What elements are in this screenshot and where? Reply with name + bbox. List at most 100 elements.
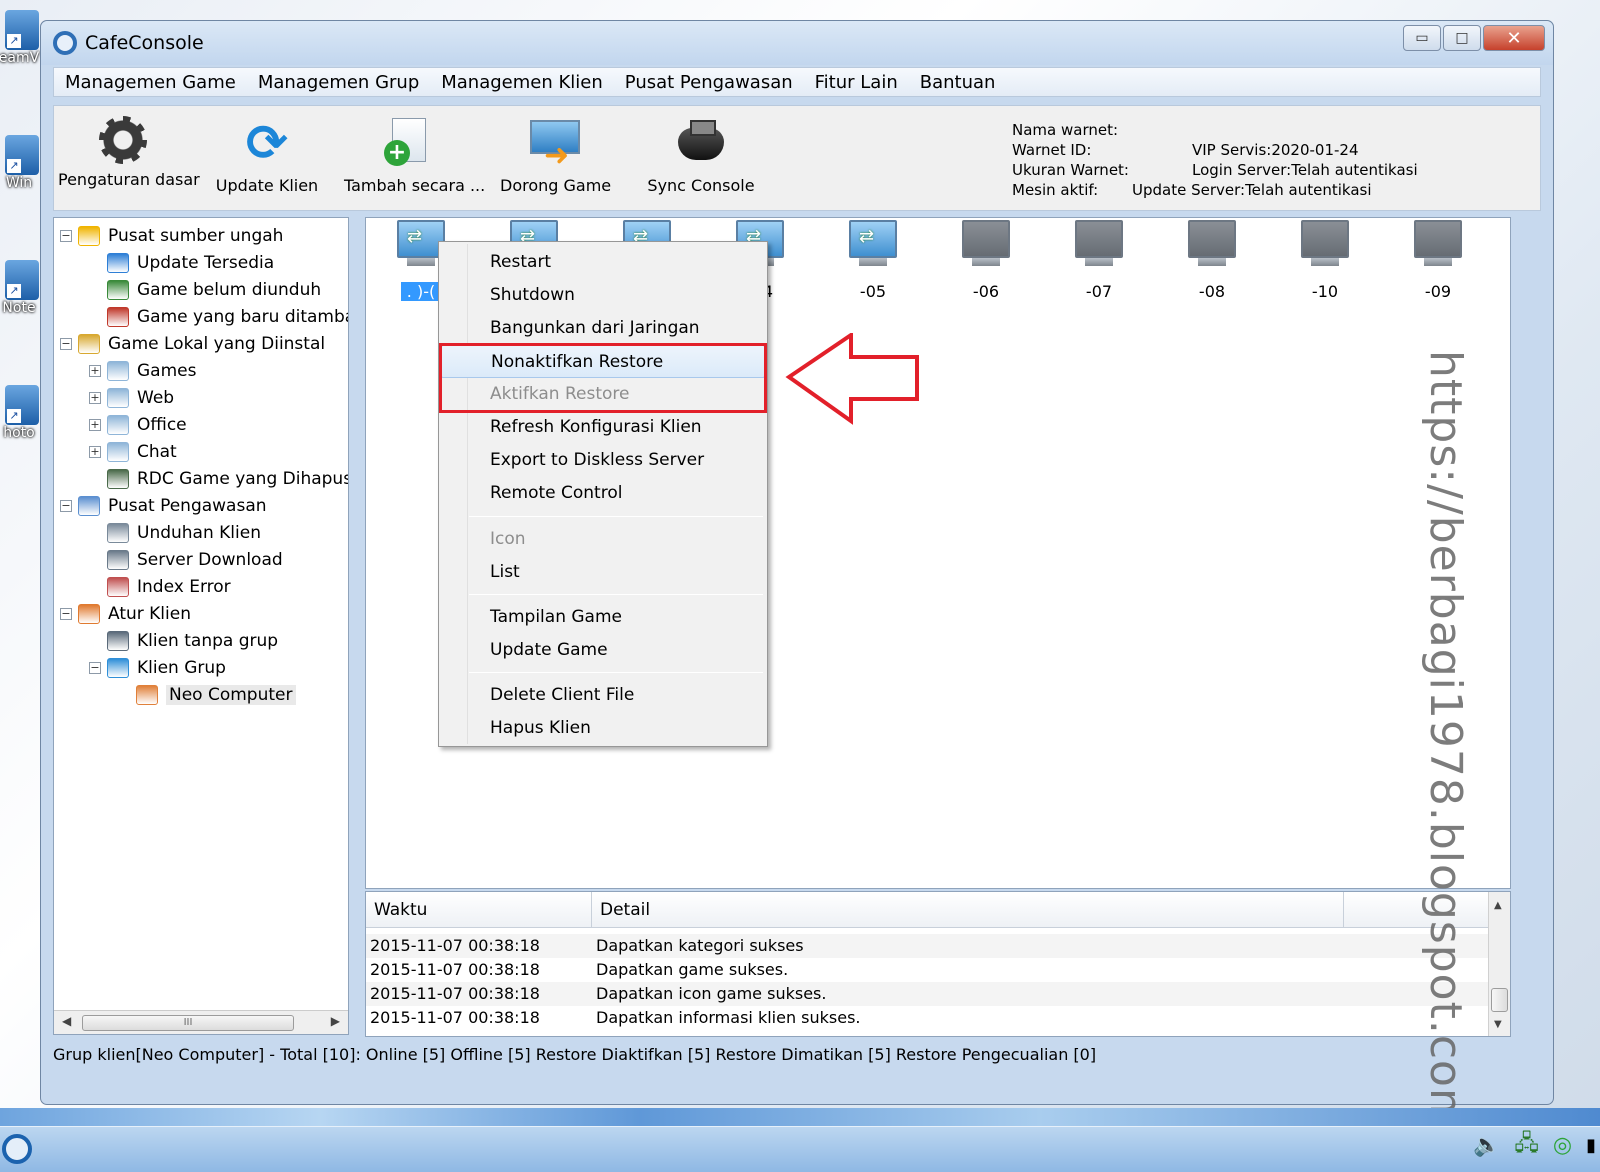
collapse-icon[interactable]: − [89,662,101,674]
expand-icon[interactable]: + [89,365,101,377]
tree-node[interactable]: Game belum diunduh [89,277,321,303]
menu-item-bangunkan-dari-jaringan[interactable]: Bangunkan dari Jaringan [439,312,767,345]
collapse-icon[interactable]: − [60,230,72,242]
minimize-button[interactable]: ▭ [1403,25,1441,51]
tree-node[interactable]: Game yang baru ditambal [89,304,348,330]
tree-node[interactable]: Update Tersedia [89,250,274,276]
expand-icon[interactable]: + [89,446,101,458]
tree-node[interactable]: + Web [89,385,174,411]
menu-pusat-pengawasan[interactable]: Pusat Pengawasan [614,72,804,93]
volume-icon[interactable]: 🔈 [1473,1133,1500,1158]
collapse-icon[interactable]: − [60,608,72,620]
menu-item-tampilan-game[interactable]: Tampilan Game [439,601,767,634]
menu-item-shutdown[interactable]: Shutdown [439,279,767,312]
update-server-info: Update Server:Telah autentikasi [1132,181,1372,199]
tree-node[interactable]: Index Error [89,574,231,600]
client-machine[interactable]: -06 [931,220,1041,301]
log-vertical-scrollbar[interactable]: ▲ ▼ [1488,892,1510,1036]
tree-node[interactable]: + Games [89,358,196,384]
menu-managemen-klien[interactable]: Managemen Klien [430,72,614,93]
toolbar-button-label: Pengaturan dasar [58,170,200,189]
collapse-icon[interactable]: − [60,338,72,350]
scroll-down-icon[interactable]: ▼ [1494,1019,1502,1030]
shortcut-icon [5,10,39,50]
title-bar[interactable]: CafeConsole ▭ □ ✕ [41,21,1553,65]
tree-node-label: Game belum diunduh [137,280,322,300]
close-button[interactable]: ✕ [1483,25,1545,51]
menu-item-restart[interactable]: Restart [439,246,767,279]
table-row[interactable]: 2015-11-07 00:38:18 Dapatkan informasi kl… [366,1006,1488,1030]
desktop-shortcut-win[interactable]: Win [0,135,44,191]
tree-node-icon [107,631,129,651]
menu-item-refresh-konfigurasi-klien[interactable]: Refresh Konfigurasi Klien [439,411,767,444]
tambah-secara-button[interactable]: + Tambah secara ... [344,116,485,195]
tree-node[interactable]: − Klien Grup [89,655,226,681]
tree-node-icon [107,415,129,435]
menu-item-export-to-diskless-server[interactable]: Export to Diskless Server [439,444,767,477]
tree-node[interactable]: + Office [89,412,187,438]
scroll-up-icon[interactable]: ▲ [1494,900,1502,911]
menu-item-hapus-klien[interactable]: Hapus Klien [439,712,767,745]
menu-item-list[interactable]: List [439,556,767,589]
column-header-detail[interactable]: Detail [592,892,1344,928]
menu-separator [469,516,763,517]
menu-item-update-game[interactable]: Update Game [439,634,767,667]
pengaturan-dasar-button[interactable]: Pengaturan dasar [58,116,200,189]
client-machine[interactable]: -07 [1044,220,1154,301]
scroll-left-icon[interactable]: ◀ [62,1014,71,1028]
scroll-thumb[interactable] [1491,988,1508,1012]
power-icon[interactable]: ▮ [1586,1135,1596,1156]
table-row[interactable]: 2015-11-07 00:38:18 Dapatkan game sukses. [366,958,1488,982]
desktop-shortcut-notepad[interactable]: Note [0,260,44,316]
tree-node[interactable]: − Game Lokal yang Diinstal [60,331,325,357]
tree-horizontal-scrollbar[interactable]: ◀ III ▶ [54,1010,348,1034]
expand-icon[interactable]: + [89,419,101,431]
dorong-game-button[interactable]: ➜ Dorong Game [500,116,611,195]
tree-node[interactable]: Server Download [89,547,283,573]
monitor-stand [859,258,887,266]
window-controls: ▭ □ ✕ [1403,25,1545,51]
column-header-waktu[interactable]: Waktu [366,892,592,928]
tree-node-icon [107,523,129,543]
table-row[interactable]: 2015-11-07 00:38:18 Dapatkan icon game su… [366,982,1488,1006]
tree-node[interactable]: + Chat [89,439,177,465]
client-machine[interactable]: -05 [818,220,928,301]
tree-node[interactable]: Klien tanpa grup [89,628,278,654]
scroll-thumb[interactable]: III [82,1015,294,1031]
menu-item-delete-client-file[interactable]: Delete Client File [439,679,767,712]
log-detail: Dapatkan informasi klien sukses. [596,1008,861,1027]
maximize-button[interactable]: □ [1443,25,1481,51]
update-klien-button[interactable]: ⟳ Update Klien [212,116,322,195]
expand-icon[interactable]: + [89,392,101,404]
menu-item-remote-control[interactable]: Remote Control [439,477,767,510]
monitor-icon [849,220,897,258]
tree-node[interactable]: − Pusat sumber ungah [60,223,283,249]
collapse-icon[interactable]: − [60,500,72,512]
menu-fitur-lain[interactable]: Fitur Lain [804,72,909,93]
client-machine[interactable]: -08 [1157,220,1267,301]
desktop-shortcut-teamviewer[interactable]: eamV [0,10,44,66]
menu-bantuan[interactable]: Bantuan [909,72,1007,93]
app-tray-icon[interactable]: ◎ [1553,1133,1572,1158]
tree-node[interactable]: RDC Game yang Dihapus [89,466,348,492]
shortcut-label: Note [2,300,36,316]
desktop-shortcut-photo[interactable]: hoto [0,385,44,441]
client-label: -05 [859,282,887,301]
login-server-info: Login Server:Telah autentikasi [1192,161,1418,179]
watermark-text: https://berbagi1978.blogspot.com [1420,350,1471,1132]
network-icon[interactable]: 🖧 [1514,1126,1539,1164]
tree-node-label: Klien tanpa grup [137,631,279,651]
menu-managemen-grup[interactable]: Managemen Grup [247,72,430,93]
tree-node[interactable]: − Atur Klien [60,601,191,627]
menu-managemen-game[interactable]: Managemen Game [54,72,247,93]
table-row[interactable]: 2015-11-07 00:38:18 Dapatkan kategori suk… [366,934,1488,958]
sync-console-button[interactable]: Sync Console [646,116,756,195]
tree-node[interactable]: Unduhan Klien [89,520,261,546]
start-button[interactable] [2,1134,32,1164]
scroll-right-icon[interactable]: ▶ [331,1014,340,1028]
tree-node[interactable]: − Pusat Pengawasan [60,493,267,519]
client-machine[interactable]: -09 [1383,220,1493,301]
gear-icon [99,116,147,164]
client-machine[interactable]: -10 [1270,220,1380,301]
tree-node[interactable]: Neo Computer [118,682,296,708]
